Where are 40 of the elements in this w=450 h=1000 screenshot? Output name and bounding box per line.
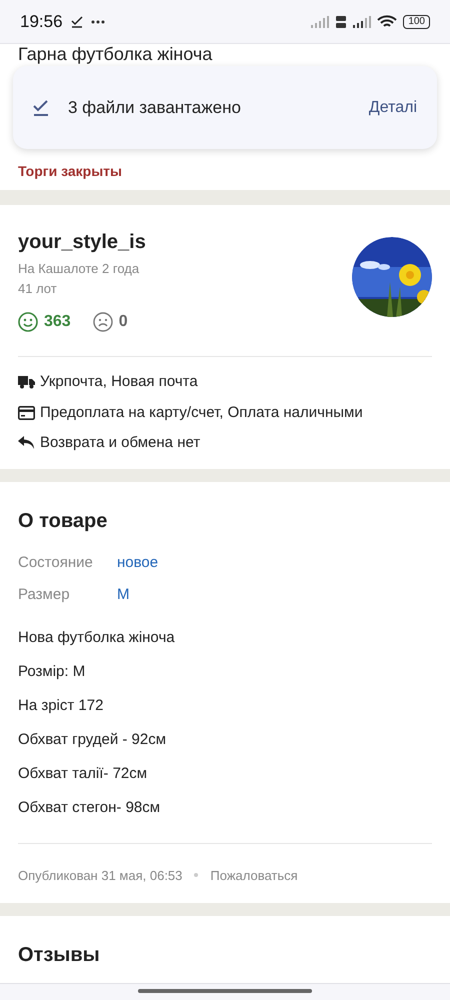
more-dots-icon (90, 20, 105, 24)
positive-count: 363 (44, 312, 71, 332)
attribute-label: Состояние (18, 552, 94, 572)
status-time: 19:56 (20, 10, 63, 33)
home-indicator[interactable] (138, 989, 312, 993)
seller-term: Предоплата на карту/счет, Оплата наличными (40, 402, 363, 422)
auction-status: Торги закрыты (18, 162, 123, 181)
wifi-icon (377, 14, 398, 28)
attribute-value[interactable]: новое (117, 552, 158, 574)
description-line: Розмір: M (18, 662, 86, 680)
details-button[interactable]: Деталі (368, 96, 417, 120)
toast-message: 3 файли завантажено (68, 96, 241, 119)
smile-icon (18, 312, 38, 332)
seller-since: На Кашалоте 2 года (18, 260, 140, 278)
signal-icon (353, 16, 372, 28)
signal-icon (311, 16, 330, 28)
description-line: Нова футболка жіноча (18, 628, 176, 646)
truck-icon (18, 375, 35, 390)
reply-arrow-icon (18, 436, 35, 450)
download-done-icon (70, 16, 83, 28)
attribute-value[interactable]: M (117, 584, 130, 606)
description-line: Обхват талії- 72см (18, 764, 148, 782)
description-line: Обхват стегон- 98см (18, 798, 162, 816)
credit-card-icon (18, 406, 35, 420)
section-title: Отзывы (18, 943, 101, 968)
description-line: На зріст 172 (18, 696, 104, 714)
section-title: О товаре (18, 508, 108, 534)
seller-term: Возврата и обмена нет (40, 433, 200, 453)
attribute-label: Размер (18, 585, 71, 605)
published-date: Опубликован 31 мая, 06:53 (18, 866, 182, 885)
negative-count: 0 (118, 312, 128, 332)
report-link[interactable]: Пожаловаться (210, 866, 298, 885)
check-icon (33, 100, 49, 116)
description-line: Обхват грудей - 92см (18, 730, 168, 748)
item-title: Гарна футболка жіноча (18, 44, 212, 64)
seller-name[interactable]: your_style_is (18, 227, 352, 257)
frown-icon (92, 312, 113, 332)
battery-indicator: 100 (403, 14, 430, 28)
seller-lots: 41 лот (18, 280, 58, 298)
seller-term: Укрпочта, Новая почта (40, 372, 198, 392)
